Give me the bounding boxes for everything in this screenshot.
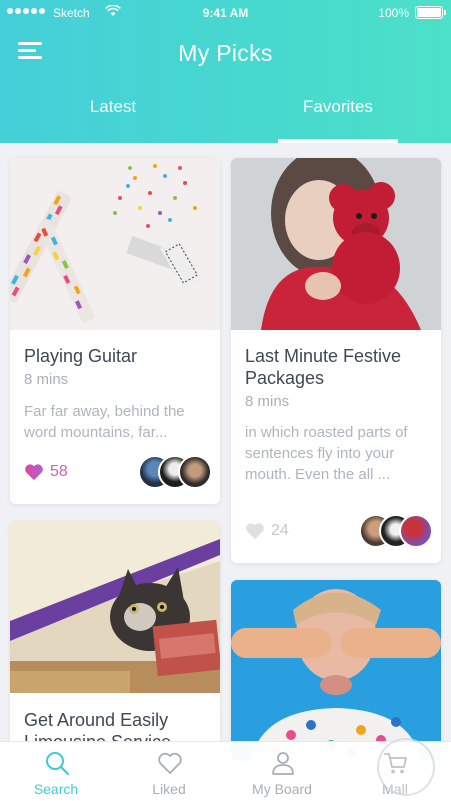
like-button[interactable]: 58 bbox=[24, 463, 68, 481]
card-festive-packages[interactable]: Last Minute Festive Packages 8 mins in w… bbox=[231, 158, 441, 563]
card-title: Last Minute Festive Packages bbox=[245, 346, 402, 388]
nav-label: Search bbox=[33, 781, 79, 797]
nav-label: My Board bbox=[252, 781, 312, 797]
card-duration: 8 mins bbox=[24, 371, 69, 388]
card-image-man bbox=[231, 580, 441, 761]
user-icon bbox=[272, 752, 294, 775]
avatar-group bbox=[359, 514, 433, 548]
heart-icon bbox=[158, 752, 182, 774]
card-limousine-service[interactable]: Get Around Easily Limousine Service bbox=[10, 521, 220, 761]
card-title: Playing Guitar bbox=[24, 346, 138, 366]
nav-label: Liked bbox=[152, 781, 186, 797]
card-image-teddy-bear bbox=[231, 158, 441, 330]
app-header: Sketch 9:41 AM 100% My Picks Latest Favo… bbox=[0, 0, 451, 143]
battery-icon bbox=[415, 6, 446, 19]
nav-my-board[interactable]: My Board bbox=[226, 742, 338, 801]
card-image-sprinkles bbox=[10, 158, 220, 330]
like-count: 24 bbox=[271, 522, 289, 539]
nav-search[interactable]: Search bbox=[0, 742, 112, 801]
heart-outline-icon bbox=[246, 523, 264, 540]
nav-liked[interactable]: Liked bbox=[113, 742, 225, 801]
status-bar: Sketch 9:41 AM 100% bbox=[0, 0, 451, 26]
card-playing-guitar[interactable]: Playing Guitar 8 mins Far far away, behi… bbox=[10, 158, 220, 504]
touch-indicator bbox=[377, 738, 435, 796]
card-image-cat bbox=[10, 521, 220, 693]
card-title: Get Around Easily Limousine Service bbox=[24, 710, 172, 743]
card-excerpt: Far far away, behind the word mountains,… bbox=[24, 403, 185, 441]
active-tab-indicator bbox=[278, 139, 398, 143]
battery-percentage: 100% bbox=[378, 6, 409, 20]
search-icon bbox=[46, 752, 70, 776]
card-duration: 8 mins bbox=[245, 393, 290, 410]
like-button[interactable]: 24 bbox=[245, 522, 289, 540]
avatar bbox=[399, 514, 433, 548]
card-man-photo[interactable] bbox=[231, 580, 441, 761]
heart-filled-icon bbox=[25, 464, 43, 481]
tab-latest[interactable]: Latest bbox=[53, 97, 173, 117]
card-excerpt: in which roasted parts of sentences fly … bbox=[245, 424, 408, 483]
avatar-group bbox=[138, 455, 212, 489]
page-title: My Picks bbox=[178, 40, 273, 66]
tab-favorites[interactable]: Favorites bbox=[278, 97, 398, 117]
avatar bbox=[178, 455, 212, 489]
like-count: 58 bbox=[50, 463, 68, 480]
